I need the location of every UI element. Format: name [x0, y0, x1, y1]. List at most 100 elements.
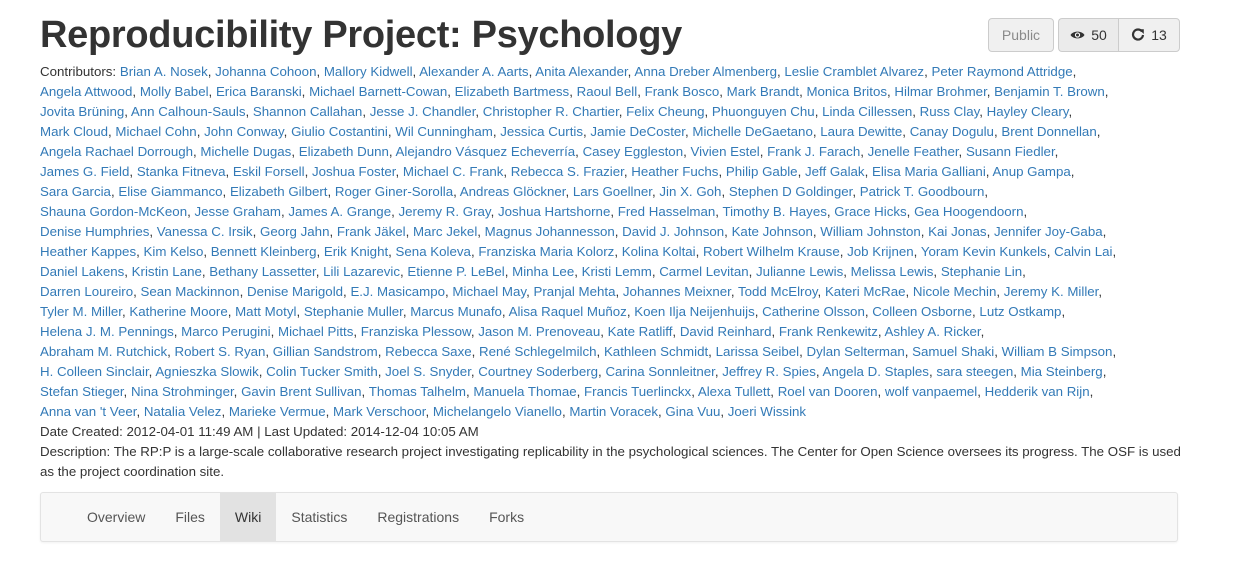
contributor-link[interactable]: Fred Hasselman: [618, 204, 716, 219]
contributor-link[interactable]: Pranjal Mehta: [533, 284, 615, 299]
contributor-link[interactable]: Jesse Graham: [195, 204, 281, 219]
contributor-link[interactable]: Elizabeth Bartmess: [455, 84, 570, 99]
tab-statistics[interactable]: Statistics: [276, 493, 362, 541]
contributor-link[interactable]: Jovita Brüning: [40, 104, 124, 119]
contributor-link[interactable]: Kim Kelso: [144, 244, 204, 259]
contributor-link[interactable]: Denise Marigold: [247, 284, 343, 299]
watch-button[interactable]: 50: [1058, 18, 1118, 52]
contributor-link[interactable]: Kai Jonas: [928, 224, 986, 239]
contributor-link[interactable]: Abraham M. Rutchick: [40, 344, 167, 359]
contributor-link[interactable]: Francis Tuerlinckx: [584, 384, 691, 399]
contributor-link[interactable]: Natalia Velez: [144, 404, 222, 419]
contributor-link[interactable]: Linda Cillessen: [822, 104, 912, 119]
contributor-link[interactable]: Katherine Moore: [129, 304, 227, 319]
contributor-link[interactable]: David Reinhard: [680, 324, 772, 339]
contributor-link[interactable]: Elizabeth Dunn: [299, 144, 389, 159]
contributor-link[interactable]: E.J. Masicampo: [350, 284, 445, 299]
contributor-link[interactable]: Kate Johnson: [732, 224, 813, 239]
contributor-link[interactable]: Jennifer Joy-Gaba: [994, 224, 1103, 239]
contributor-link[interactable]: Helena J. M. Pennings: [40, 324, 174, 339]
contributor-link[interactable]: Nicole Mechin: [913, 284, 997, 299]
contributor-link[interactable]: Robert Wilhelm Krause: [703, 244, 840, 259]
contributor-link[interactable]: Mark Cloud: [40, 124, 108, 139]
contributor-link[interactable]: Vanessa C. Irsik: [157, 224, 253, 239]
contributor-link[interactable]: Michelle Dugas: [200, 144, 291, 159]
contributor-link[interactable]: Marco Perugini: [181, 324, 270, 339]
contributor-link[interactable]: Kate Ratliff: [608, 324, 673, 339]
contributor-link[interactable]: Angela Rachael Dorrough: [40, 144, 193, 159]
contributor-link[interactable]: Matt Motyl: [235, 304, 296, 319]
contributor-link[interactable]: Frank J. Farach: [767, 144, 860, 159]
contributor-link[interactable]: William B Simpson: [1002, 344, 1113, 359]
contributor-link[interactable]: Marcus Munafo: [410, 304, 502, 319]
contributor-link[interactable]: Ashley A. Ricker: [885, 324, 981, 339]
contributor-link[interactable]: Joshua Foster: [312, 164, 396, 179]
contributor-link[interactable]: Job Krijnen: [847, 244, 914, 259]
contributor-link[interactable]: Giulio Costantini: [291, 124, 388, 139]
contributor-link[interactable]: David J. Johnson: [622, 224, 724, 239]
contributor-link[interactable]: Jeremy R. Gray: [398, 204, 490, 219]
contributor-link[interactable]: Georg Jahn: [260, 224, 329, 239]
contributor-link[interactable]: Susann Fiedler: [966, 144, 1055, 159]
contributor-link[interactable]: Heather Fuchs: [631, 164, 718, 179]
contributor-link[interactable]: Joeri Wissink: [728, 404, 806, 419]
contributor-link[interactable]: Hilmar Brohmer: [894, 84, 986, 99]
contributor-link[interactable]: Magnus Johannesson: [485, 224, 615, 239]
contributor-link[interactable]: Agnieszka Slowik: [155, 364, 258, 379]
contributor-link[interactable]: Hedderik van Rijn: [985, 384, 1090, 399]
contributor-link[interactable]: Monica Britos: [806, 84, 887, 99]
contributor-link[interactable]: Kristi Lemm: [582, 264, 652, 279]
contributor-link[interactable]: Vivien Estel: [690, 144, 759, 159]
contributor-link[interactable]: Rebecca S. Frazier: [511, 164, 624, 179]
contributor-link[interactable]: Jesse J. Chandler: [370, 104, 476, 119]
contributor-link[interactable]: Tyler M. Miller: [40, 304, 122, 319]
contributor-link[interactable]: Jeremy K. Miller: [1004, 284, 1099, 299]
contributor-link[interactable]: Ann Calhoun-Sauls: [131, 104, 246, 119]
contributor-link[interactable]: Michelle DeGaetano: [692, 124, 812, 139]
contributor-link[interactable]: Joshua Hartshorne: [498, 204, 610, 219]
contributor-link[interactable]: Bennett Kleinberg: [211, 244, 317, 259]
contributor-link[interactable]: Elise Giammanco: [118, 184, 222, 199]
contributor-link[interactable]: Denise Humphries: [40, 224, 149, 239]
contributor-link[interactable]: Elizabeth Gilbert: [230, 184, 328, 199]
contributor-link[interactable]: Jeff Galak: [805, 164, 865, 179]
contributor-link[interactable]: Anna van 't Veer: [40, 404, 136, 419]
contributor-link[interactable]: Laura Dewitte: [820, 124, 902, 139]
contributor-link[interactable]: Jason M. Prenoveau: [478, 324, 600, 339]
contributor-link[interactable]: Elisa Maria Galliani: [872, 164, 986, 179]
contributor-link[interactable]: Stephen D Goldinger: [729, 184, 852, 199]
contributor-link[interactable]: Michelangelo Vianello: [433, 404, 562, 419]
contributor-link[interactable]: Brent Donnellan: [1001, 124, 1096, 139]
contributor-link[interactable]: Darren Loureiro: [40, 284, 133, 299]
contributor-link[interactable]: Frank Bosco: [645, 84, 720, 99]
contributor-link[interactable]: Grace Hicks: [834, 204, 906, 219]
contributor-link[interactable]: Robert S. Ryan: [175, 344, 266, 359]
contributor-link[interactable]: Franziska Plessow: [361, 324, 471, 339]
contributor-link[interactable]: Marieke Vermue: [229, 404, 326, 419]
contributor-link[interactable]: Mark Brandt: [727, 84, 799, 99]
contributor-link[interactable]: H. Colleen Sinclair: [40, 364, 149, 379]
contributor-link[interactable]: Lars Goellner: [573, 184, 652, 199]
contributor-link[interactable]: Colin Tucker Smith: [266, 364, 378, 379]
contributor-link[interactable]: Kateri McRae: [825, 284, 906, 299]
contributor-link[interactable]: Shannon Callahan: [253, 104, 362, 119]
contributor-link[interactable]: Gina Vuu: [665, 404, 720, 419]
contributor-link[interactable]: Thomas Talhelm: [369, 384, 466, 399]
contributor-link[interactable]: sara steegen: [936, 364, 1013, 379]
contributor-link[interactable]: Joel S. Snyder: [385, 364, 471, 379]
contributor-link[interactable]: Angela Attwood: [40, 84, 132, 99]
contributor-link[interactable]: Hayley Cleary: [987, 104, 1069, 119]
contributor-link[interactable]: Dylan Selterman: [806, 344, 904, 359]
contributor-link[interactable]: Stephanie Muller: [304, 304, 403, 319]
contributor-link[interactable]: Frank Jäkel: [337, 224, 406, 239]
contributor-link[interactable]: Brian A. Nosek: [120, 64, 208, 79]
contributor-link[interactable]: Colleen Osborne: [872, 304, 972, 319]
contributor-link[interactable]: Jamie DeCoster: [590, 124, 685, 139]
contributor-link[interactable]: Catherine Olsson: [762, 304, 865, 319]
contributor-link[interactable]: Gavin Brent Sullivan: [241, 384, 361, 399]
contributor-link[interactable]: Courtney Soderberg: [478, 364, 598, 379]
contributor-link[interactable]: Melissa Lewis: [851, 264, 934, 279]
contributor-link[interactable]: Timothy B. Hayes: [722, 204, 826, 219]
contributor-link[interactable]: Alisa Raquel Muñoz: [509, 304, 627, 319]
contributor-link[interactable]: Andreas Glöckner: [460, 184, 566, 199]
